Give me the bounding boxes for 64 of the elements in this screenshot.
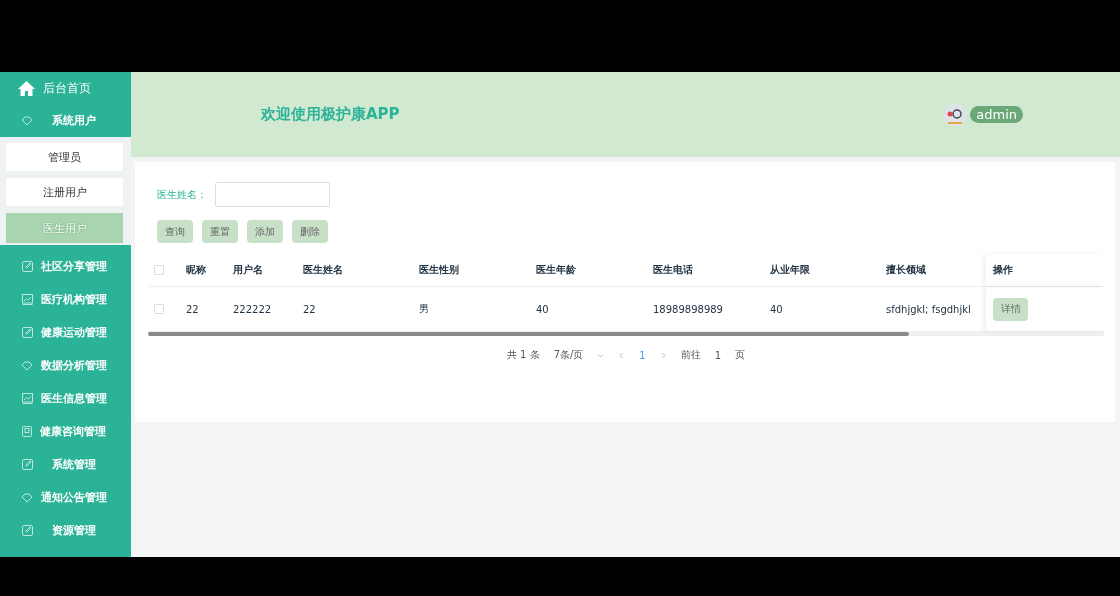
page-size-select[interactable]: 7条/页 (553, 348, 584, 362)
column-header: 医生电话 (653, 263, 694, 277)
submenu-item[interactable]: 管理员 (6, 143, 123, 171)
goto-page-field[interactable]: 1 (714, 349, 722, 361)
table-cell-text: 40 (536, 303, 550, 315)
diamond-icon (21, 492, 33, 503)
sidebar-menu-item[interactable]: 通知公告管理 (0, 481, 131, 514)
table-cell-text: 222222 (233, 303, 273, 315)
avatar-icon[interactable] (944, 103, 967, 126)
prev-page-icon[interactable] (618, 351, 626, 359)
column-header: 医生年龄 (536, 263, 577, 277)
submenu-item[interactable]: 医生用户 (6, 213, 123, 243)
edit-icon (21, 261, 33, 272)
sidebar-menu-item[interactable]: 医生信息管理 (0, 382, 131, 415)
toolbar-button[interactable]: 查询 (157, 220, 193, 243)
sidebar-menu-item[interactable]: 系统用户 (0, 104, 131, 137)
home-menu-item[interactable]: 后台首页 (0, 72, 131, 104)
page-title: 欢迎使用极护康APP (261, 105, 400, 124)
sidebar-menu-item[interactable]: 资源管理 (0, 514, 131, 547)
table-cell-text: 22 (303, 303, 317, 315)
total-count: 共 1 条 (506, 348, 540, 362)
sidebar-menu-item[interactable]: 健康咨询管理 (0, 415, 131, 448)
book-icon (22, 426, 32, 437)
sidebar-menu-item[interactable]: 数据分析管理 (0, 349, 131, 382)
edit-icon (21, 525, 33, 536)
details-button[interactable]: 详情 (993, 297, 1028, 321)
page-suffix: 页 (735, 348, 746, 362)
checkbox[interactable] (154, 265, 164, 275)
column-header: 医生姓名 (303, 263, 344, 277)
toolbar-button[interactable]: 添加 (247, 220, 283, 243)
column-header: 医生性别 (419, 263, 460, 277)
table-cell-text: 40 (770, 303, 784, 315)
chevron-down-icon (597, 351, 605, 359)
table-cell-text: sfdhjgkl; fsgdhjkl (886, 303, 972, 315)
goto-label: 前往 (680, 348, 701, 362)
sidebar-menu-item[interactable]: 系统管理 (0, 448, 131, 481)
table-cell-text: 男 (419, 302, 430, 316)
table-cell-text: 22 (186, 303, 200, 315)
page-number[interactable]: 1 (639, 349, 646, 361)
sidebar-menu-item[interactable]: 医疗机构管理 (0, 283, 131, 316)
home-icon (18, 80, 35, 96)
edit-icon (21, 327, 33, 338)
username-label[interactable]: admin (970, 106, 1023, 123)
sidebar-menu-item[interactable]: 社区分享管理 (0, 250, 131, 283)
submenu-item[interactable]: 注册用户 (6, 178, 123, 206)
field-label: 医生姓名： (157, 187, 207, 202)
toolbar-button[interactable]: 删除 (292, 220, 328, 243)
column-header: 用户名 (233, 263, 264, 277)
diamond-icon (21, 360, 33, 371)
table-cell-text: 18989898989 (653, 303, 724, 315)
toolbar-button[interactable]: 重置 (202, 220, 238, 243)
checkbox[interactable] (154, 304, 164, 314)
chart-icon (21, 393, 33, 404)
edit-icon (21, 459, 33, 470)
column-header: 昵称 (186, 263, 207, 277)
next-page-icon[interactable] (659, 351, 667, 359)
diamond-icon (21, 115, 33, 126)
column-header: 从业年限 (770, 263, 811, 277)
sidebar-menu-item[interactable]: 健康运动管理 (0, 316, 131, 349)
chart-icon (21, 294, 33, 305)
scrollbar[interactable] (148, 332, 1104, 336)
doctor-name-field[interactable] (215, 182, 330, 207)
column-header: 擅长领域 (886, 263, 927, 277)
column-header: 操作 (986, 254, 1104, 286)
